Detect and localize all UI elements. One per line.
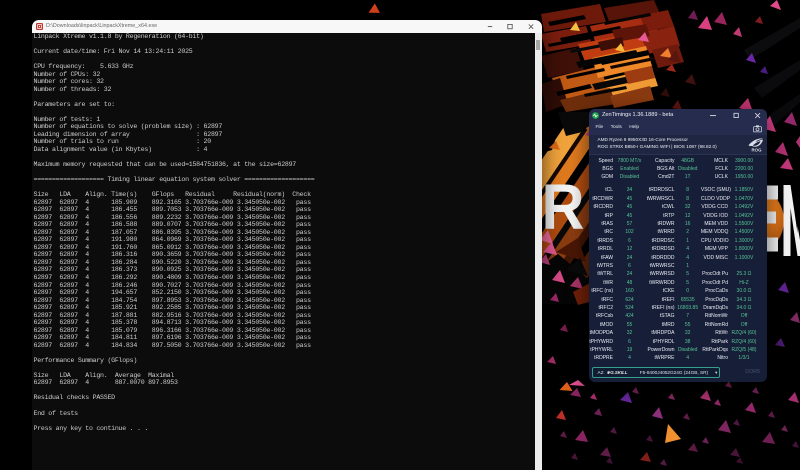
svg-text:R: R bbox=[542, 172, 585, 243]
svg-text:ROG: ROG bbox=[751, 148, 762, 153]
